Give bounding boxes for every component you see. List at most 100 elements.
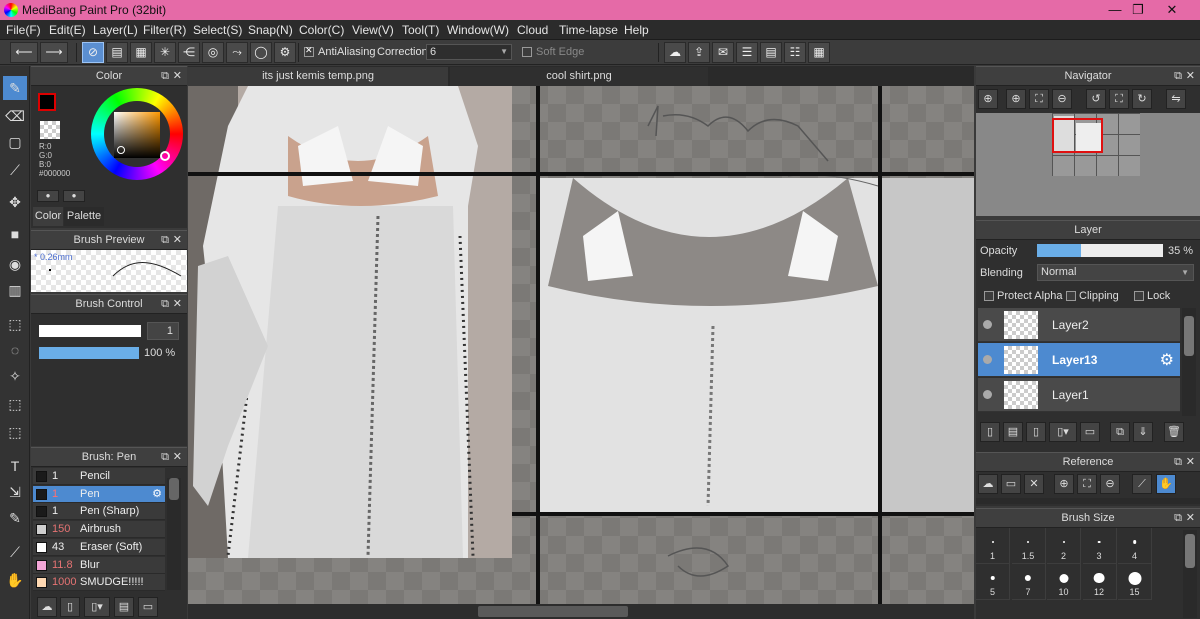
rotate-right-icon[interactable]: ↻ xyxy=(1132,89,1152,109)
concentric-snap-icon[interactable]: ◎ xyxy=(202,42,224,63)
visibility-eye-icon[interactable] xyxy=(983,355,992,364)
layer-settings-gear-icon[interactable]: ⚙ xyxy=(1160,350,1174,370)
line-tool-icon[interactable]: ⟋ xyxy=(3,158,27,182)
new-layer-icon[interactable]: ▯ xyxy=(980,422,1000,442)
text-tool-icon[interactable]: T xyxy=(3,454,27,478)
circle-snap-icon[interactable]: ◯ xyxy=(250,42,272,63)
hue-picker-cursor[interactable] xyxy=(160,151,170,161)
curve-snap-icon[interactable]: ⤳ xyxy=(226,42,248,63)
cloud-brush-icon[interactable]: ☁ xyxy=(37,597,57,617)
layer-list-scrollbar[interactable] xyxy=(1182,308,1196,416)
menu-layer[interactable]: Layer(L) xyxy=(93,23,138,37)
brush-item[interactable]: 150 Airbrush xyxy=(33,521,165,539)
brush-size-option[interactable]: 3 xyxy=(1082,528,1117,564)
move-tool-icon[interactable]: ✥ xyxy=(3,190,27,214)
brush-item[interactable]: 11.8 Blur xyxy=(33,556,165,574)
brush-size-option[interactable]: 12 xyxy=(1082,564,1117,600)
brush-folder-icon[interactable]: ▭ xyxy=(138,597,158,617)
brush-size-scrollbar[interactable] xyxy=(1183,530,1197,618)
rectangle-tool-icon[interactable]: ▢ xyxy=(3,130,27,154)
drawing-canvas[interactable] xyxy=(188,86,974,604)
primary-color-swatch[interactable] xyxy=(38,93,56,111)
brush-size-option[interactable]: 2 xyxy=(1047,528,1081,564)
brush-tool-icon[interactable]: ✎ xyxy=(3,76,27,100)
correction-select[interactable]: 6 ▼ xyxy=(426,44,512,60)
reference-eyedropper-icon[interactable]: ⟋ xyxy=(1132,474,1152,494)
close-window-button[interactable]: ✕ xyxy=(1152,0,1192,20)
duplicate-layer-icon[interactable]: ⧉ xyxy=(1110,422,1130,442)
clipping-checkbox[interactable] xyxy=(1066,291,1076,301)
zoom-fit-icon[interactable]: ⊕ xyxy=(978,89,998,109)
select-pen-tool-icon[interactable]: ⬚ xyxy=(3,392,27,416)
brush-size-option[interactable]: 1.5 xyxy=(1011,528,1046,564)
new-halftone-layer-icon[interactable]: ▤ xyxy=(1003,422,1023,442)
close-reference-icon[interactable]: ✕ xyxy=(1024,474,1044,494)
menu-help[interactable]: Help xyxy=(624,23,649,37)
list-icon[interactable]: ☷ xyxy=(784,42,806,63)
protect-alpha-checkbox[interactable] xyxy=(984,291,994,301)
brush-size-option[interactable]: 7 xyxy=(1011,564,1046,600)
brush-settings-icon[interactable]: ▤ xyxy=(114,597,134,617)
lock-checkbox[interactable] xyxy=(1134,291,1144,301)
fit-screen-icon[interactable]: ⛶ xyxy=(1029,89,1049,109)
bucket-tool-icon[interactable]: ◉ xyxy=(3,252,27,276)
close-panel-icon[interactable]: ✕ xyxy=(1186,509,1195,527)
undo-icon[interactable]: ⟵ xyxy=(10,42,38,63)
gradient-tool-icon[interactable]: ▥ xyxy=(3,278,27,302)
brush-opacity-slider[interactable] xyxy=(39,347,139,359)
tab-color[interactable]: Color xyxy=(33,207,63,226)
brush-item[interactable]: 1 Pencil xyxy=(33,468,165,485)
brush-size-option[interactable]: 15 xyxy=(1118,564,1152,600)
menu-view[interactable]: View(V) xyxy=(352,23,394,37)
reference-fit-icon[interactable]: ⛶ xyxy=(1077,474,1097,494)
visibility-eye-icon[interactable] xyxy=(983,390,992,399)
hand-tool-icon[interactable]: ✋ xyxy=(3,568,27,592)
layer-folder-icon[interactable]: ▭ xyxy=(1080,422,1100,442)
divide-tool-icon[interactable]: ✎ xyxy=(3,506,27,530)
float-panel-icon[interactable]: ⧉ xyxy=(161,67,169,85)
menu-timelapse[interactable]: Time-lapse xyxy=(559,23,618,37)
reference-zoom-in-icon[interactable]: ⊕ xyxy=(1054,474,1074,494)
close-panel-icon[interactable]: ✕ xyxy=(1186,67,1195,85)
radial-snap-icon[interactable]: ✳ xyxy=(154,42,176,63)
select-tool-icon[interactable]: ⬚ xyxy=(3,312,27,336)
brush-list-scrollbar[interactable] xyxy=(167,478,181,590)
reset-rotation-icon[interactable]: ⛶ xyxy=(1109,89,1129,109)
tab-cool-shirt[interactable]: cool shirt.png xyxy=(450,67,708,86)
menu-window[interactable]: Window(W) xyxy=(447,23,509,37)
delete-layer-icon[interactable]: 🗑 xyxy=(1164,422,1184,442)
float-panel-icon[interactable]: ⧉ xyxy=(161,295,169,313)
new-brush-icon[interactable]: ▯ xyxy=(60,597,80,617)
add-brush-dropdown-icon[interactable]: ▯▾ xyxy=(84,597,110,617)
brush-size-value[interactable]: 1 xyxy=(147,322,179,340)
brush-size-option[interactable]: 5 xyxy=(976,564,1010,600)
transparent-color-swatch[interactable] xyxy=(40,121,60,139)
float-panel-icon[interactable]: ⧉ xyxy=(1174,67,1182,85)
magic-wand-tool-icon[interactable]: ✧ xyxy=(3,364,27,388)
parallel-snap-icon[interactable]: ▤ xyxy=(106,42,128,63)
document-icon[interactable]: ▤ xyxy=(760,42,782,63)
blending-select[interactable]: Normal ▼ xyxy=(1037,264,1194,281)
cloud-icon[interactable]: ☁ xyxy=(664,42,686,63)
float-panel-icon[interactable]: ⧉ xyxy=(161,231,169,249)
close-panel-icon[interactable]: ✕ xyxy=(173,295,182,313)
add-layer-dropdown-icon[interactable]: ▯▾ xyxy=(1049,422,1077,442)
brush-size-option[interactable]: 10 xyxy=(1047,564,1081,600)
tile-icon[interactable]: ▦ xyxy=(808,42,830,63)
rotate-left-icon[interactable]: ↺ xyxy=(1086,89,1106,109)
float-panel-icon[interactable]: ⧉ xyxy=(1174,509,1182,527)
reference-zoom-out-icon[interactable]: ⊖ xyxy=(1100,474,1120,494)
share-icon[interactable]: ⇪ xyxy=(688,42,710,63)
tab-palette[interactable]: Palette xyxy=(64,207,104,226)
vanishing-point-snap-icon[interactable]: ⋲ xyxy=(178,42,200,63)
brush-item[interactable]: 1 Pen (Sharp) xyxy=(33,503,165,521)
open-reference-icon[interactable]: ▭ xyxy=(1001,474,1021,494)
menu-file[interactable]: File(F) xyxy=(6,23,41,37)
brush-item[interactable]: 1000 SMUDGE!!!!! xyxy=(33,574,165,592)
menu-snap[interactable]: Snap(N) xyxy=(248,23,293,37)
close-panel-icon[interactable]: ✕ xyxy=(1186,453,1195,471)
snap-off-icon[interactable]: ⊘ xyxy=(82,42,104,63)
cloud-reference-icon[interactable]: ☁ xyxy=(978,474,998,494)
comment-icon[interactable]: ✉ xyxy=(712,42,734,63)
close-panel-icon[interactable]: ✕ xyxy=(173,448,182,466)
